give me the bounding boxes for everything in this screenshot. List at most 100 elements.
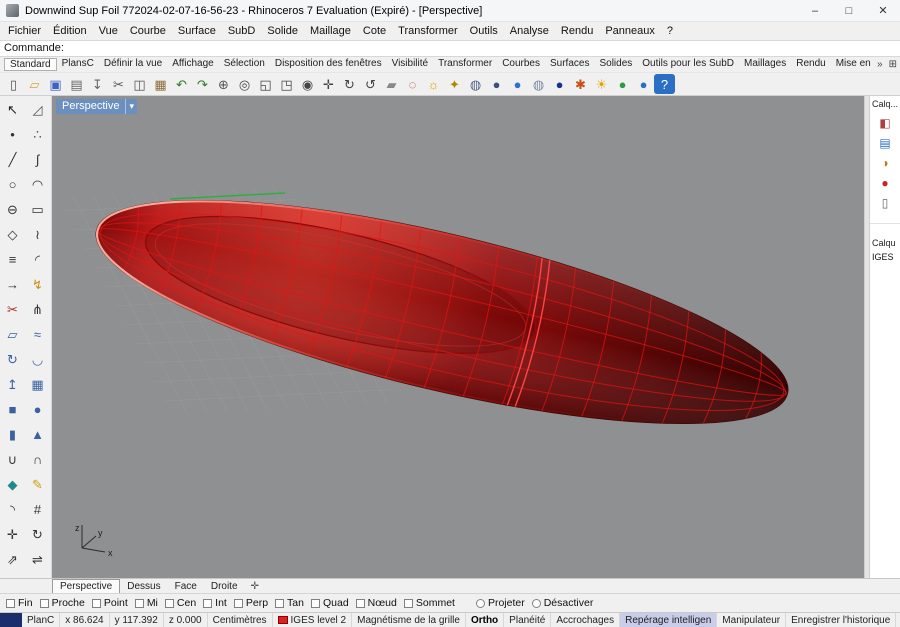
osnap-option[interactable]: Désactiver bbox=[532, 597, 594, 609]
viewport-tab[interactable]: Perspective bbox=[52, 579, 120, 593]
osnap-toggle[interactable]: Proche bbox=[40, 597, 85, 609]
sphere-icon[interactable]: ● bbox=[26, 398, 49, 421]
help-icon[interactable]: ? bbox=[654, 74, 675, 94]
checkbox-icon[interactable] bbox=[6, 599, 15, 608]
menu-item[interactable]: Édition bbox=[47, 25, 93, 37]
menu-item[interactable]: Analyse bbox=[504, 25, 555, 37]
pan-icon[interactable]: ⊕ bbox=[213, 74, 234, 94]
offset-curve-icon[interactable]: ≡ bbox=[1, 248, 24, 271]
overflow-chevron-icon[interactable]: » bbox=[874, 59, 886, 70]
display-panel-icon[interactable]: ◑ bbox=[876, 155, 894, 171]
cone-icon[interactable]: ▲ bbox=[26, 423, 49, 446]
viewport-tab[interactable]: Dessus bbox=[120, 579, 167, 593]
open-file-icon[interactable]: ▱ bbox=[24, 74, 45, 94]
checkbox-icon[interactable] bbox=[135, 599, 144, 608]
undo-view-icon[interactable]: ↺ bbox=[360, 74, 381, 94]
toolbar-tab[interactable]: Courbes bbox=[497, 58, 545, 71]
status-toggle[interactable]: Enregistrer l'historique bbox=[786, 613, 896, 627]
menu-item[interactable]: Outils bbox=[464, 25, 504, 37]
extrude-icon[interactable]: ↥ bbox=[1, 373, 24, 396]
toolbar-tab[interactable]: Transformer bbox=[433, 58, 497, 71]
render-icon[interactable]: ● bbox=[549, 74, 570, 94]
polyline-icon[interactable]: ╱ bbox=[1, 148, 24, 171]
visibility-icon[interactable]: ☼ bbox=[423, 74, 444, 94]
curve-icon[interactable]: ∫ bbox=[26, 148, 49, 171]
menu-item[interactable]: Cote bbox=[357, 25, 392, 37]
osnap-toggle[interactable]: Point bbox=[92, 597, 128, 609]
toolbar-tab[interactable]: Mise en plan bbox=[831, 58, 874, 71]
toolbar-tab[interactable]: Définir la vue bbox=[99, 58, 167, 71]
toolbar-tab[interactable]: PlansC bbox=[57, 58, 99, 71]
toolbar-tab[interactable]: Solides bbox=[594, 58, 637, 71]
cplane-tool-icon[interactable]: ▰ bbox=[381, 74, 402, 94]
checkbox-icon[interactable] bbox=[165, 599, 174, 608]
layers-panel-icon[interactable]: ▤ bbox=[876, 135, 894, 151]
current-layer-button[interactable]: IGES level 2 bbox=[273, 613, 353, 627]
ellipse-icon[interactable]: ⊖ bbox=[1, 198, 24, 221]
osnap-toggle[interactable]: Fin bbox=[6, 597, 33, 609]
loft-icon[interactable]: ≈ bbox=[26, 323, 49, 346]
point-icon[interactable]: • bbox=[1, 123, 24, 146]
fillet-curve-icon[interactable]: ◜ bbox=[26, 248, 49, 271]
globe-green-icon[interactable]: ● bbox=[612, 74, 633, 94]
zoom-selected-icon[interactable]: ◉ bbox=[297, 74, 318, 94]
analysis-icon[interactable]: ◆ bbox=[1, 473, 24, 496]
toolbar-tab[interactable]: Maillages bbox=[739, 58, 791, 71]
mirror-icon[interactable]: ⇌ bbox=[26, 548, 49, 571]
split-icon[interactable]: ⋔ bbox=[26, 298, 49, 321]
zoom-extents-icon[interactable]: ◳ bbox=[276, 74, 297, 94]
viewport-perspective[interactable]: z y x Perspective ▾ bbox=[52, 96, 864, 578]
lock-icon[interactable]: ✦ bbox=[444, 74, 465, 94]
rendered-display-icon[interactable]: ● bbox=[507, 74, 528, 94]
materials-panel-icon[interactable]: ● bbox=[876, 175, 894, 191]
redo-icon[interactable]: ↷ bbox=[192, 74, 213, 94]
menu-item[interactable]: Solide bbox=[261, 25, 304, 37]
viewport-tab[interactable]: Face bbox=[168, 579, 204, 593]
notes-panel-icon[interactable]: ▯ bbox=[876, 195, 894, 211]
layer-name[interactable]: IGES bbox=[870, 250, 900, 264]
select-pointer-icon[interactable]: ↖ bbox=[1, 98, 24, 121]
point-cloud-icon[interactable]: ∴ bbox=[26, 123, 49, 146]
toolbar-tab[interactable]: Rendu bbox=[791, 58, 830, 71]
command-line[interactable]: Commande: bbox=[0, 40, 900, 57]
brush-select-icon[interactable]: ◿ bbox=[26, 98, 49, 121]
menu-item[interactable]: Maillage bbox=[304, 25, 357, 37]
export-icon[interactable]: ↧ bbox=[87, 74, 108, 94]
cplane-button[interactable]: PlanC bbox=[22, 613, 60, 627]
cylinder-icon[interactable]: ▮ bbox=[1, 423, 24, 446]
cage-edit-icon[interactable]: # bbox=[26, 498, 49, 521]
curve-boolean-icon[interactable]: ↯ bbox=[26, 273, 49, 296]
menu-item[interactable]: Fichier bbox=[2, 25, 47, 37]
toolbar-tab[interactable]: Outils pour les SubD bbox=[637, 58, 739, 71]
boolean-union-icon[interactable]: ∪ bbox=[1, 448, 24, 471]
scale-icon[interactable]: ⇗ bbox=[1, 548, 24, 571]
rotate-icon[interactable]: ↻ bbox=[26, 523, 49, 546]
osnap-toggle[interactable]: Cen bbox=[165, 597, 196, 609]
trim-icon[interactable]: ✂ bbox=[1, 298, 24, 321]
maximize-button[interactable]: □ bbox=[832, 0, 866, 21]
sun-icon[interactable]: ☀ bbox=[591, 74, 612, 94]
close-button[interactable]: ✕ bbox=[866, 0, 900, 21]
globe-blue-icon[interactable]: ● bbox=[633, 74, 654, 94]
fillet-edge-icon[interactable]: ◝ bbox=[1, 498, 24, 521]
arc-icon[interactable]: ◠ bbox=[26, 173, 49, 196]
osnap-toggle[interactable]: Quad bbox=[311, 597, 349, 609]
viewport-canvas[interactable]: z y x bbox=[52, 96, 864, 578]
properties-panel-icon[interactable]: ◧ bbox=[876, 115, 894, 131]
units-indicator[interactable]: Centimètres bbox=[208, 613, 273, 627]
panel-toggle-icon[interactable]: ⊞ bbox=[886, 59, 900, 70]
paste-icon[interactable]: ▦ bbox=[150, 74, 171, 94]
viewport-tab[interactable]: Droite bbox=[204, 579, 245, 593]
annotate-icon[interactable]: ✎ bbox=[26, 473, 49, 496]
osnap-toggle[interactable]: Sommet bbox=[404, 597, 455, 609]
status-toggle[interactable]: Repérage intelligen bbox=[620, 613, 717, 627]
new-file-icon[interactable]: ▯ bbox=[3, 74, 24, 94]
viewport-title[interactable]: Perspective ▾ bbox=[56, 99, 137, 114]
helix-icon[interactable]: ≀ bbox=[26, 223, 49, 246]
patch-icon[interactable]: ▦ bbox=[26, 373, 49, 396]
shaded-display-icon[interactable]: ● bbox=[486, 74, 507, 94]
new-viewport-icon[interactable]: ✛ bbox=[245, 581, 265, 592]
save-file-icon[interactable]: ▣ bbox=[45, 74, 66, 94]
minimize-button[interactable]: – bbox=[798, 0, 832, 21]
checkbox-icon[interactable] bbox=[40, 599, 49, 608]
